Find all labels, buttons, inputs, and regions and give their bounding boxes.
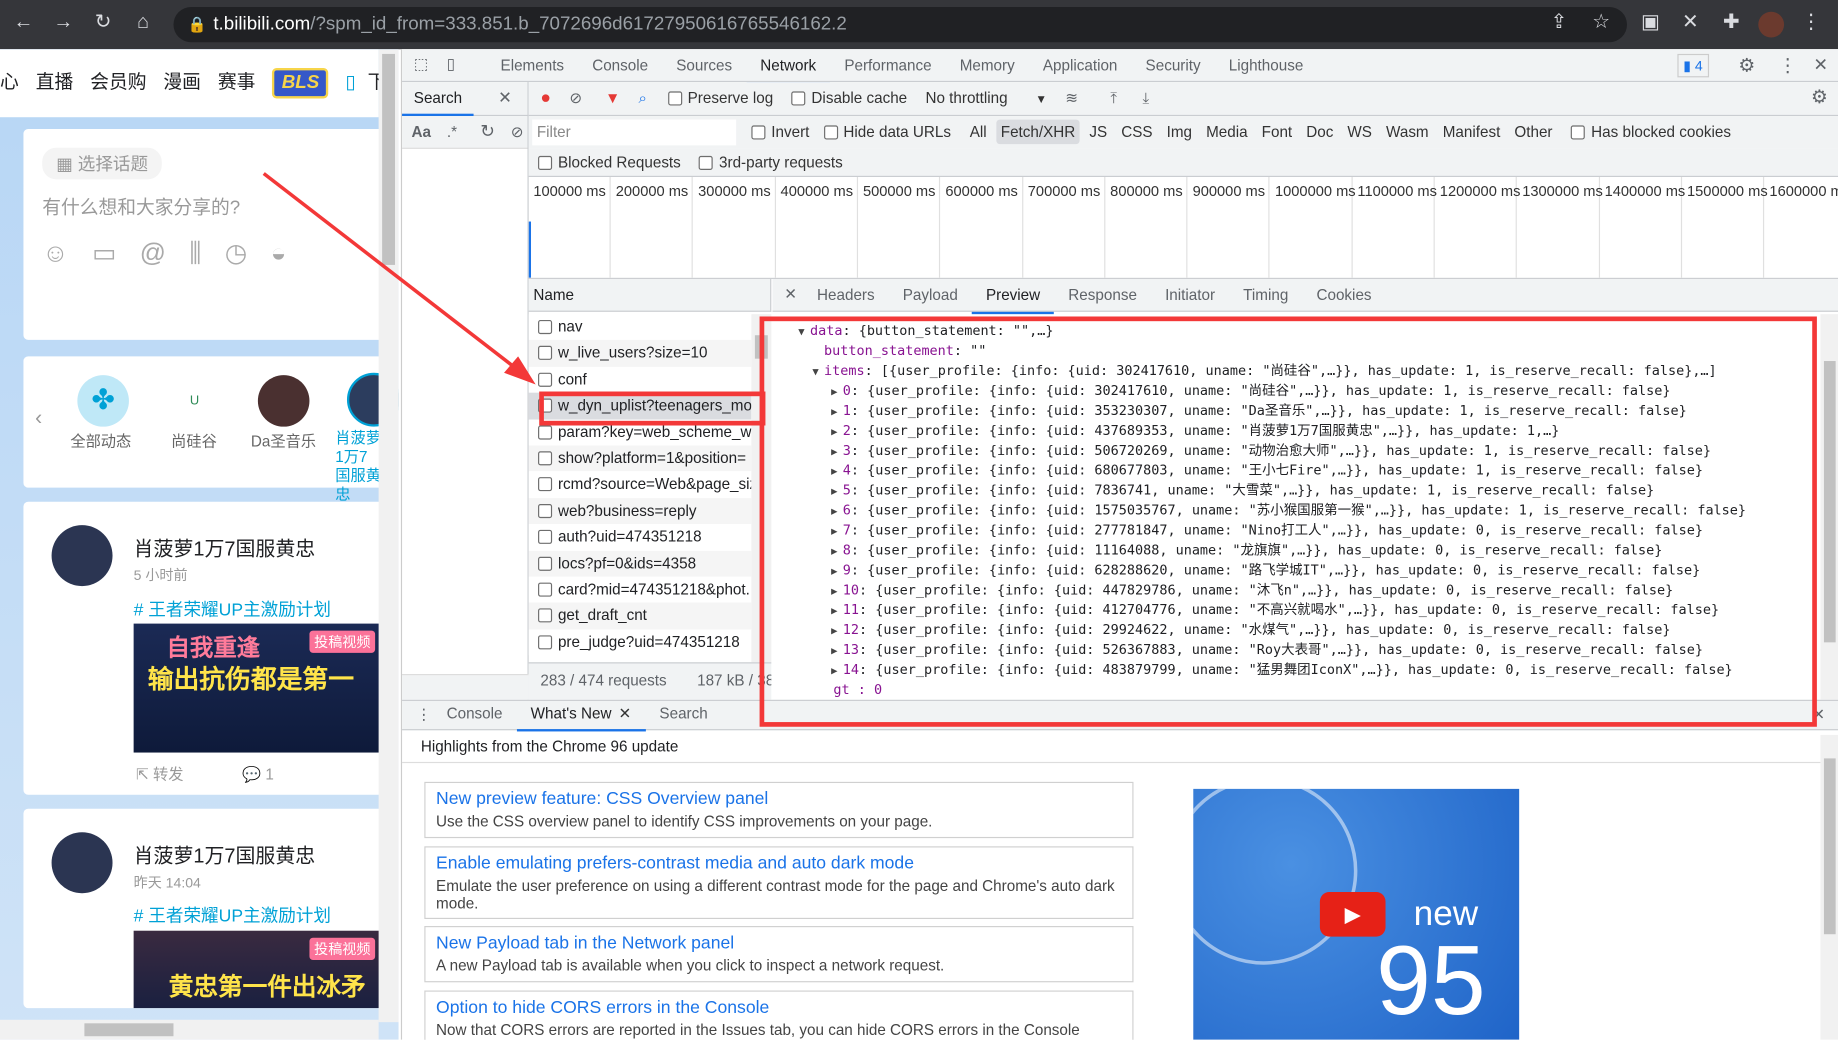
annotation-arrow [262, 172, 536, 385]
